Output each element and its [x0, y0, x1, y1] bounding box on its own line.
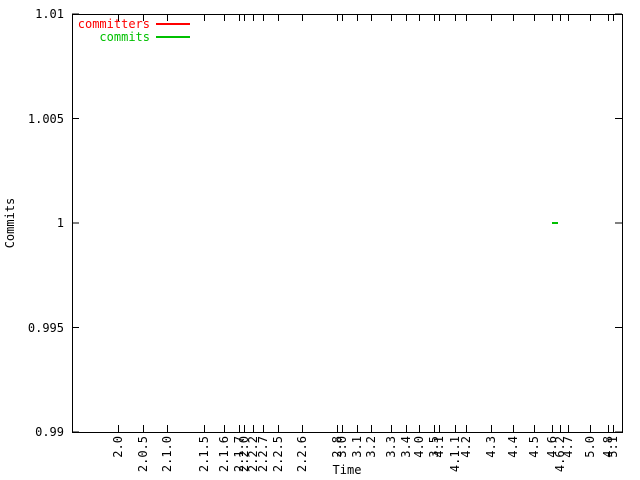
x-tick-label: 5.1: [606, 436, 620, 458]
x-tick-label: 5.0: [583, 436, 597, 458]
y-tick-label: 1: [56, 216, 64, 230]
x-tick-label: 4.3: [484, 436, 498, 458]
y-tick-label: 1.005: [27, 112, 64, 126]
x-tick-label: 3.4: [399, 436, 413, 458]
x-tick-label: 2.2.7: [256, 436, 270, 473]
legend-label-commits: commits: [99, 30, 150, 44]
x-tick-label: 2.2.5: [271, 436, 285, 473]
legend-line-commits: [156, 36, 190, 38]
x-tick-label: 4.1: [432, 436, 446, 458]
x-tick-label: 4.4: [506, 436, 520, 458]
x-tick-label: 4.7: [561, 436, 575, 458]
x-tick-label: 2.1.5: [197, 436, 211, 473]
y-tick-label: 0.99: [35, 425, 64, 439]
x-tick-label: 4.0: [412, 436, 426, 458]
chart-canvas: Commits Time committers commits 1.01 1.00…: [0, 0, 640, 480]
x-tick-label: 3.3: [384, 436, 398, 458]
legend-label-committers: committers: [77, 17, 150, 31]
x-tick-label: 2.0.5: [136, 436, 150, 473]
x-tick-label: 2.0: [111, 436, 125, 458]
x-tick-label: 4.5: [527, 436, 541, 458]
x-tick-label: 2.1.6: [217, 436, 231, 473]
y-tick-label: 1.01: [35, 7, 64, 21]
plot-border: [72, 14, 623, 433]
y-tick-label: 0.995: [27, 321, 64, 335]
x-tick-label: 2.2.6: [295, 436, 309, 473]
x-tick-label: 2.1.0: [160, 436, 174, 473]
x-tick-label: 4.2: [459, 436, 473, 458]
x-tick-label: 3.0: [335, 436, 349, 458]
legend-line-committers: [156, 23, 190, 25]
plot-area: [72, 13, 623, 433]
x-tick-label: 3.2: [364, 436, 378, 458]
x-tick-label: 3.1: [350, 436, 364, 458]
